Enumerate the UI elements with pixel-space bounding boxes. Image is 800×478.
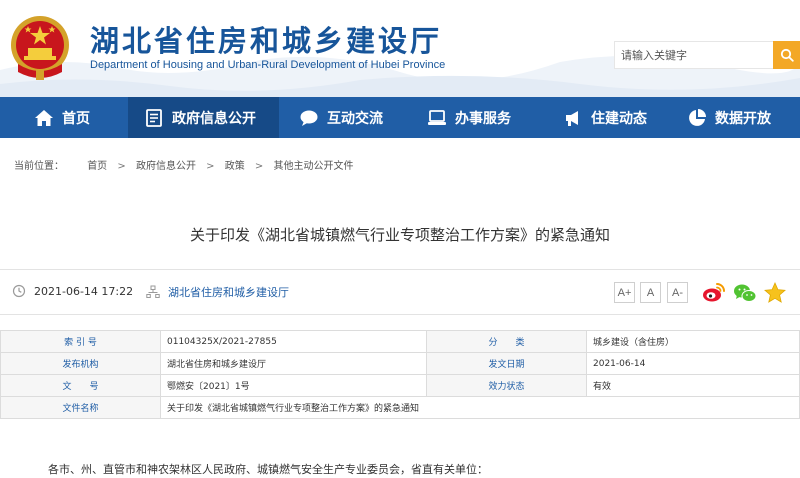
nav-item-home[interactable]: 首页 bbox=[0, 97, 128, 138]
index-label: 索 引 号 bbox=[0, 330, 161, 353]
search-button[interactable] bbox=[773, 41, 800, 69]
nav-item-interaction[interactable]: 互动交流 bbox=[279, 97, 409, 138]
table-row: 索 引 号 01104325X/2021-27855 分 类 城乡建设（含住房） bbox=[0, 330, 800, 353]
site-subtitle: Department of Housing and Urban-Rural De… bbox=[90, 59, 446, 71]
breadcrumb: 当前位置： 首页 > 政府信息公开 > 政策 > 其他主动公开文件 bbox=[14, 157, 353, 172]
font-decrease-button[interactable]: A- bbox=[667, 282, 688, 303]
nav-item-label: 住建动态 bbox=[591, 110, 647, 127]
breadcrumb-link[interactable]: 政府信息公开 bbox=[136, 157, 196, 172]
nav-item-news[interactable]: 住建动态 bbox=[535, 97, 661, 138]
nav-item-label: 首页 bbox=[62, 110, 90, 127]
category-value: 城乡建设（含住房） bbox=[586, 330, 800, 353]
nav-item-gov-info[interactable]: 政府信息公开 bbox=[128, 97, 279, 138]
breadcrumb-prefix: 当前位置： bbox=[14, 161, 64, 172]
main-nav: 首页 政府信息公开 互动交流 办事服务 住建动态 数据开放 bbox=[0, 97, 800, 138]
date-label: 发文日期 bbox=[426, 352, 587, 375]
article-meta-bar: 2021-06-14 17:22 湖北省住房和城乡建设厅 A+ A A- bbox=[0, 269, 800, 315]
document-icon bbox=[144, 108, 164, 128]
site-header: 湖北省住房和城乡建设厅 Department of Housing and Ur… bbox=[0, 0, 800, 97]
index-value: 01104325X/2021-27855 bbox=[160, 330, 427, 353]
pie-chart-icon bbox=[687, 108, 707, 128]
article-body-first-line: 各市、州、直管市和神农架林区人民政府、城镇燃气安全生产专业委员会，省直有关单位： bbox=[48, 463, 488, 476]
weibo-icon[interactable] bbox=[702, 281, 726, 305]
publish-date: 2021-06-14 17:22 bbox=[12, 284, 133, 298]
wechat-icon[interactable] bbox=[733, 281, 757, 305]
filename-label: 文件名称 bbox=[0, 396, 161, 419]
nav-item-label: 数据开放 bbox=[715, 110, 771, 127]
chevron-right-icon: > bbox=[206, 161, 215, 172]
breadcrumb-link[interactable]: 政策 bbox=[225, 157, 245, 172]
status-value: 有效 bbox=[586, 374, 800, 397]
chevron-right-icon: > bbox=[117, 161, 126, 172]
doc-number-value: 鄂燃安〔2021〕1号 bbox=[160, 374, 427, 397]
chat-bubble-icon bbox=[299, 108, 319, 128]
national-emblem-icon bbox=[11, 16, 69, 80]
issuer-value: 湖北省住房和城乡建设厅 bbox=[160, 352, 427, 375]
nav-item-label: 办事服务 bbox=[455, 110, 511, 127]
home-icon bbox=[34, 108, 54, 128]
search-box bbox=[614, 41, 774, 69]
laptop-icon bbox=[427, 108, 447, 128]
clock-icon bbox=[12, 284, 26, 298]
search-input[interactable] bbox=[615, 42, 773, 68]
site-title: 湖北省住房和城乡建设厅 bbox=[90, 24, 443, 58]
breadcrumb-link[interactable]: 其他主动公开文件 bbox=[273, 157, 353, 172]
chevron-right-icon: > bbox=[254, 161, 264, 172]
nav-item-label: 互动交流 bbox=[327, 110, 383, 127]
favorite-star-icon[interactable] bbox=[763, 281, 787, 305]
breadcrumb-link[interactable]: 首页 bbox=[87, 157, 107, 172]
document-info-table: 索 引 号 01104325X/2021-27855 分 类 城乡建设（含住房）… bbox=[0, 330, 800, 419]
font-default-button[interactable]: A bbox=[640, 282, 661, 303]
publish-source-text[interactable]: 湖北省住房和城乡建设厅 bbox=[168, 284, 289, 300]
search-icon bbox=[780, 48, 794, 62]
publish-date-text: 2021-06-14 17:22 bbox=[34, 284, 134, 298]
nav-item-label: 政府信息公开 bbox=[172, 110, 256, 127]
nav-item-open-data[interactable]: 数据开放 bbox=[661, 97, 800, 138]
organization-icon bbox=[146, 285, 160, 298]
filename-value: 关于印发《湖北省城镇燃气行业专项整治工作方案》的紧急通知 bbox=[160, 396, 800, 419]
table-row: 文 号 鄂燃安〔2021〕1号 效力状态 有效 bbox=[0, 374, 800, 397]
megaphone-icon bbox=[563, 108, 583, 128]
issuer-label: 发布机构 bbox=[0, 352, 161, 375]
table-row: 发布机构 湖北省住房和城乡建设厅 发文日期 2021-06-14 bbox=[0, 352, 800, 375]
status-label: 效力状态 bbox=[426, 374, 587, 397]
doc-number-label: 文 号 bbox=[0, 374, 161, 397]
nav-item-services[interactable]: 办事服务 bbox=[409, 97, 535, 138]
font-increase-button[interactable]: A+ bbox=[614, 282, 635, 303]
date-value: 2021-06-14 bbox=[586, 352, 800, 375]
category-label: 分 类 bbox=[426, 330, 587, 353]
publish-source: 湖北省住房和城乡建设厅 bbox=[146, 284, 289, 300]
table-row: 文件名称 关于印发《湖北省城镇燃气行业专项整治工作方案》的紧急通知 bbox=[0, 396, 800, 419]
article-title: 关于印发《湖北省城镇燃气行业专项整治工作方案》的紧急通知 bbox=[189, 226, 610, 244]
